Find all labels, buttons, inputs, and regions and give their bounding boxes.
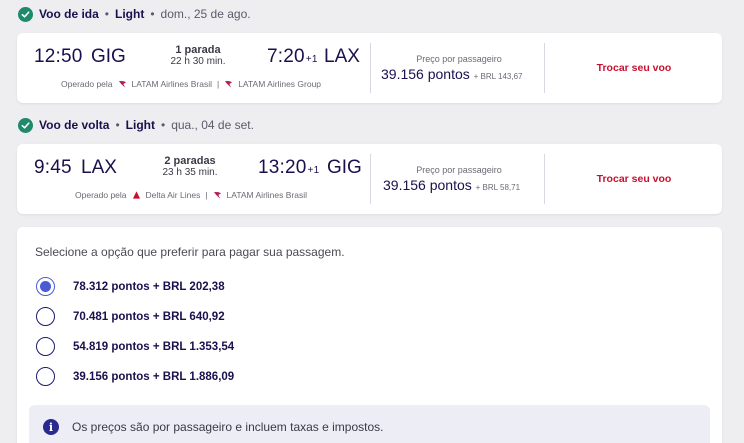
arrival-airport: GIG <box>327 157 362 178</box>
divider <box>370 154 371 204</box>
info-icon: i <box>43 419 59 435</box>
divider <box>370 43 371 93</box>
leg-title: Voo de volta <box>39 118 110 132</box>
latam-logo-icon <box>118 81 126 88</box>
payment-options-card: Selecione a opção que preferir para paga… <box>17 227 722 443</box>
price-points: 39.156 pontos <box>383 177 472 193</box>
payment-option-label: 78.312 pontos + BRL 202,38 <box>73 280 225 293</box>
check-icon <box>18 117 33 133</box>
info-banner: i Os preços são por passageiro e incluem… <box>29 405 710 443</box>
departure-time: 9:45 <box>34 157 72 178</box>
outbound-flight-card: 12:50 GIG 1 parada 22 h 30 min. 7:20+1 L… <box>17 33 722 103</box>
departure-airport: LAX <box>81 157 117 178</box>
stops-count: 2 paradas <box>164 155 216 167</box>
radio-button[interactable] <box>36 277 55 296</box>
radio-button[interactable] <box>36 337 55 356</box>
delta-logo-icon <box>132 191 140 199</box>
operated-by: Operado pela Delta Air Lines | LATAM Air… <box>75 190 308 200</box>
operator-name: LATAM Airlines Group <box>238 79 322 89</box>
price-brl: + BRL 58,71 <box>475 183 521 192</box>
price-value: 39.156 pontos + BRL 143,67 <box>381 66 523 82</box>
divider <box>544 154 545 204</box>
price-points: 39.156 pontos <box>381 66 470 82</box>
latam-logo-icon <box>213 192 221 199</box>
operated-by: Operado pela LATAM Airlines Brasil | LAT… <box>61 79 322 89</box>
payment-option-label: 70.481 pontos + BRL 640,92 <box>73 310 225 323</box>
arrival-time: 13:20+1 <box>258 157 320 178</box>
departure-airport: GIG <box>91 46 126 67</box>
radio-selected-dot <box>40 281 51 292</box>
arrival-airport: LAX <box>324 46 360 67</box>
price-brl: + BRL 143,67 <box>473 72 523 81</box>
operator-name: Delta Air Lines <box>145 190 201 200</box>
flight-duration: 22 h 30 min. <box>170 56 226 67</box>
fare-name: Light <box>125 118 155 132</box>
arrival-time: 7:20+1 <box>267 46 318 67</box>
check-icon <box>18 6 33 22</box>
departure-time: 12:50 <box>34 46 83 67</box>
payment-option[interactable]: 78.312 pontos + BRL 202,38 <box>36 277 225 296</box>
divider <box>544 43 545 93</box>
stops-info: 1 parada 22 h 30 min. <box>153 44 243 68</box>
stops-count: 1 parada <box>175 44 221 56</box>
leg-date: dom., 25 de ago. <box>160 7 251 21</box>
payment-option-label: 54.819 pontos + BRL 1.353,54 <box>73 340 235 353</box>
return-header: Voo de volta • Light • qua., 04 de set. <box>18 116 254 134</box>
payment-option[interactable]: 70.481 pontos + BRL 640,92 <box>36 307 225 326</box>
next-day-indicator: +1 <box>307 165 320 176</box>
stops-info: 2 paradas 23 h 35 min. <box>145 155 235 179</box>
next-day-indicator: +1 <box>305 54 318 65</box>
radio-button[interactable] <box>36 367 55 386</box>
payment-options-title: Selecione a opção que preferir para paga… <box>35 245 345 259</box>
latam-logo-icon <box>225 81 233 88</box>
leg-date: qua., 04 de set. <box>171 118 254 132</box>
fare-name: Light <box>115 7 145 21</box>
return-flight-card: 9:45 LAX 2 paradas 23 h 35 min. 13:20+1 … <box>17 144 722 214</box>
operator-name: LATAM Airlines Brasil <box>226 190 308 200</box>
change-flight-button[interactable]: Trocar seu voo <box>574 173 694 185</box>
radio-button[interactable] <box>36 307 55 326</box>
payment-option-label: 39.156 pontos + BRL 1.886,09 <box>73 370 235 383</box>
payment-option[interactable]: 39.156 pontos + BRL 1.886,09 <box>36 367 234 386</box>
flight-duration: 23 h 35 min. <box>162 167 218 178</box>
operator-name: LATAM Airlines Brasil <box>131 79 212 89</box>
change-flight-button[interactable]: Trocar seu voo <box>574 62 694 74</box>
outbound-header: Voo de ida • Light • dom., 25 de ago. <box>18 5 251 23</box>
payment-option[interactable]: 54.819 pontos + BRL 1.353,54 <box>36 337 234 356</box>
info-text: Os preços são por passageiro e incluem t… <box>72 420 384 434</box>
leg-title: Voo de ida <box>39 7 99 21</box>
price-value: 39.156 pontos + BRL 58,71 <box>383 177 520 193</box>
price-label: Preço por passageiro <box>416 54 502 64</box>
price-label: Preço por passageiro <box>416 165 502 175</box>
